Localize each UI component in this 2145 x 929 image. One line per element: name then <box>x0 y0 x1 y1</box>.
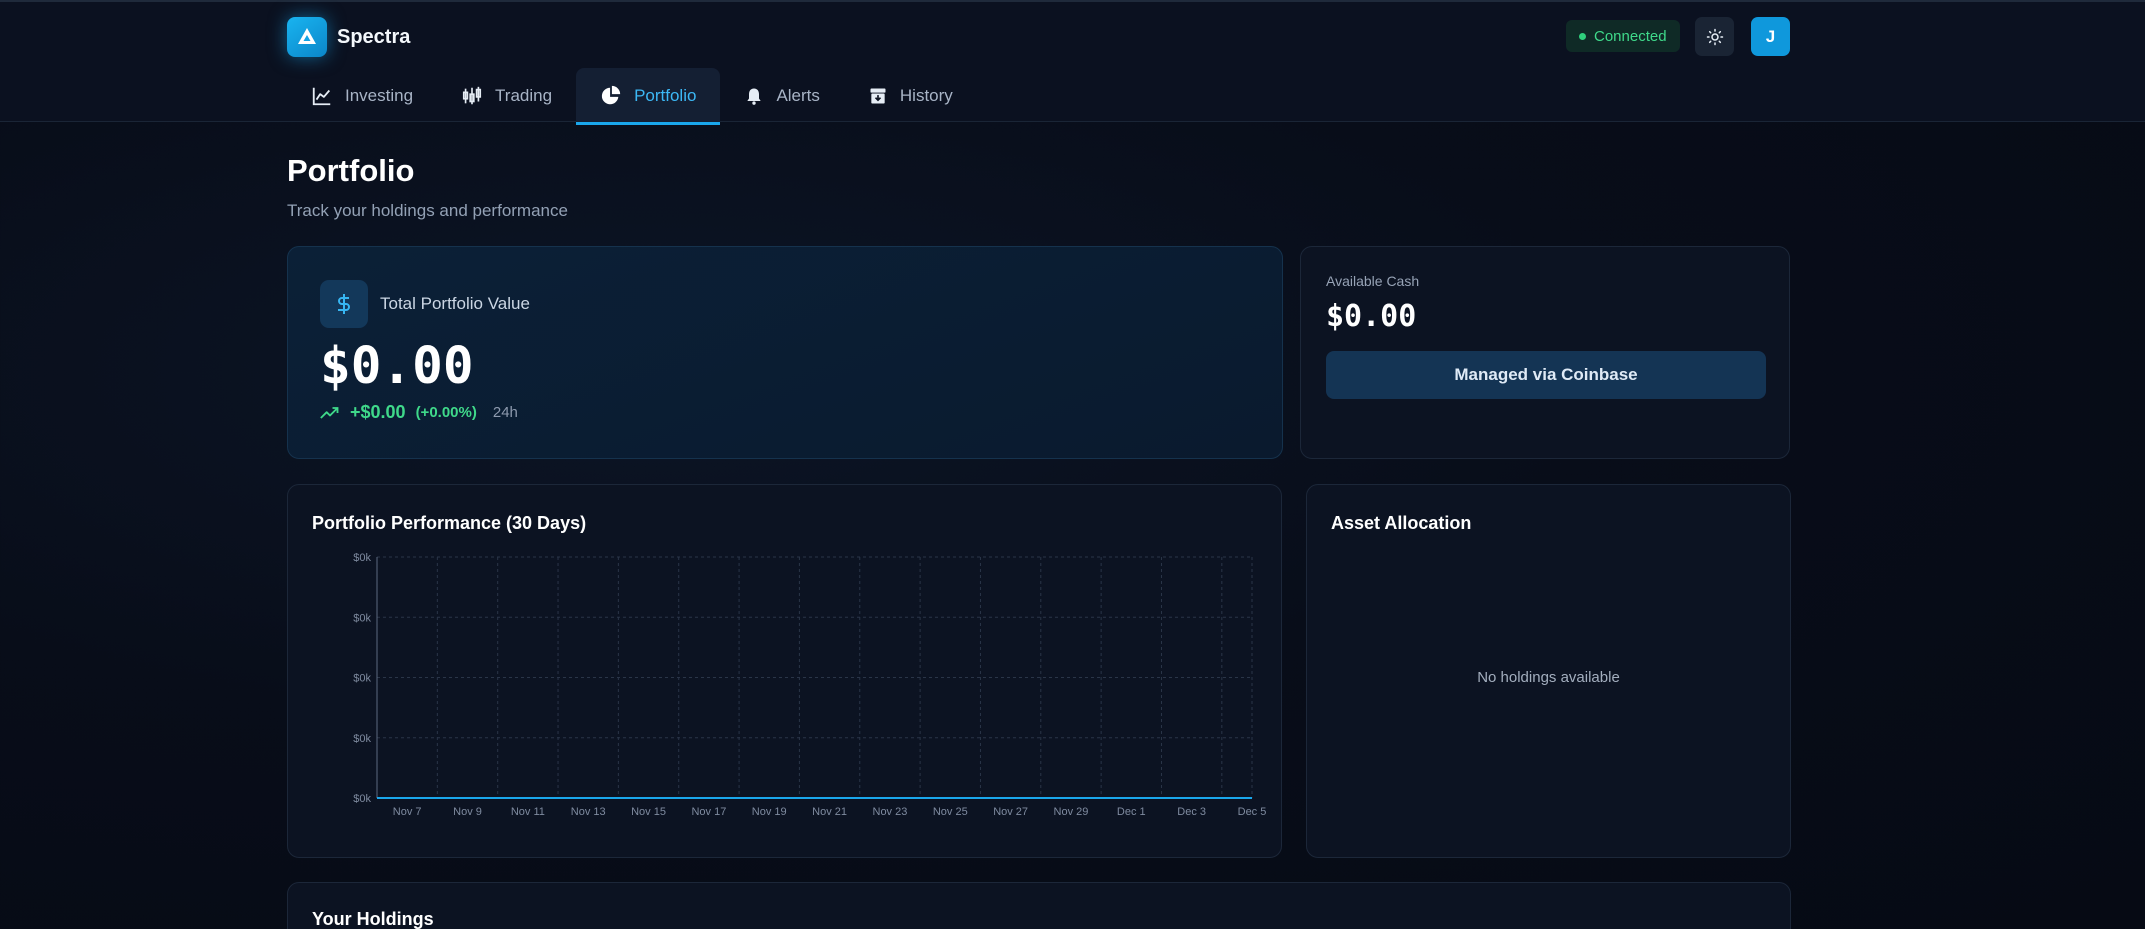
available-cash-amount: $0.00 <box>1326 299 1417 334</box>
total-value-label: Total Portfolio Value <box>380 294 530 313</box>
available-cash-label: Available Cash <box>1326 273 1420 289</box>
your-holdings-card: Your Holdings <box>287 882 1791 929</box>
x-tick-label: Nov 9 <box>453 806 482 818</box>
tab-alerts[interactable]: Alerts <box>720 68 843 124</box>
dollar-icon <box>320 280 368 328</box>
your-holdings-title: Your Holdings <box>312 909 434 929</box>
tab-trading-label: Trading <box>495 86 553 105</box>
y-tick-label: $0k <box>353 552 371 564</box>
tab-history-label: History <box>899 86 953 105</box>
x-tick-label: Nov 21 <box>812 806 847 818</box>
change-period: 24h <box>492 404 518 421</box>
archive-icon <box>870 88 886 104</box>
y-tick-label: $0k <box>353 733 371 745</box>
connection-status-badge: Connected <box>1566 20 1680 52</box>
tab-portfolio[interactable]: Portfolio <box>576 68 721 125</box>
change-percent: (+0.00%) <box>415 404 477 421</box>
y-tick-label: $0k <box>353 612 371 624</box>
x-tick-label: Nov 25 <box>933 806 968 818</box>
total-portfolio-value-card: Total Portfolio Value $0.00 +$0.00 (+0.0… <box>287 246 1283 459</box>
main-nav-tabs: Investing Trading Portfolio Alerts Histo… <box>287 68 977 125</box>
x-tick-label: Dec 5 <box>1238 806 1267 818</box>
y-tick-label: $0k <box>353 793 371 805</box>
total-change-row: +$0.00 (+0.00%) 24h <box>320 402 518 423</box>
logo-icon <box>287 17 327 57</box>
x-tick-label: Dec 1 <box>1117 806 1146 818</box>
no-holdings-message: No holdings available <box>1477 669 1620 686</box>
x-tick-label: Nov 13 <box>571 806 606 818</box>
tab-investing-label: Investing <box>345 86 414 105</box>
connection-status-text: Connected <box>1594 27 1667 45</box>
performance-chart: $0k $0k $0k $0k $0k Nov 7 Nov 9 Nov 11 Nov 13 Nov… <box>353 552 1267 818</box>
candlestick-icon <box>462 86 482 105</box>
app-name: Spectra <box>337 25 411 48</box>
total-value-amount: $0.00 <box>320 337 474 396</box>
page-subtitle: Track your holdings and performance <box>287 201 568 220</box>
tab-trading[interactable]: Trading <box>437 68 576 124</box>
pie-chart-icon <box>601 85 621 105</box>
x-tick-label: Nov 23 <box>873 806 908 818</box>
status-dot-icon <box>1579 32 1586 40</box>
tab-history[interactable]: History <box>844 68 977 124</box>
tab-portfolio-label: Portfolio <box>634 86 697 105</box>
sun-icon <box>1706 28 1723 45</box>
app-logo[interactable]: Spectra <box>287 17 410 57</box>
user-avatar-button[interactable]: J <box>1751 17 1790 56</box>
tab-investing[interactable]: Investing <box>287 68 437 124</box>
x-tick-label: Dec 3 <box>1177 806 1206 818</box>
available-cash-card: Available Cash $0.00 Managed via Coinbas… <box>1300 246 1790 459</box>
x-tick-label: Nov 29 <box>1054 806 1089 818</box>
x-tick-label: Nov 27 <box>993 806 1028 818</box>
x-tick-label: Nov 7 <box>393 806 422 818</box>
x-tick-label: Nov 19 <box>752 806 787 818</box>
tab-alerts-label: Alerts <box>776 86 820 105</box>
x-tick-label: Nov 17 <box>691 806 726 818</box>
asset-allocation-card: Asset Allocation No holdings available <box>1306 484 1791 858</box>
portfolio-performance-card: Portfolio Performance (30 Days) $0k $0k $0… <box>287 484 1282 858</box>
line-chart-icon <box>312 87 331 106</box>
managed-via-coinbase-button[interactable]: Managed via Coinbase <box>1326 351 1766 399</box>
theme-toggle-button[interactable] <box>1695 17 1734 56</box>
asset-allocation-title: Asset Allocation <box>1331 513 1472 533</box>
y-tick-label: $0k <box>353 673 371 685</box>
x-tick-label: Nov 15 <box>631 806 666 818</box>
page-title: Portfolio <box>287 153 415 188</box>
change-amount: +$0.00 <box>350 402 406 422</box>
x-tick-label: Nov 11 <box>511 806 545 818</box>
bell-icon <box>747 88 762 105</box>
top-bar: Spectra Connected J Investing Trading Po… <box>0 0 2145 125</box>
trending-up-icon <box>320 406 339 419</box>
